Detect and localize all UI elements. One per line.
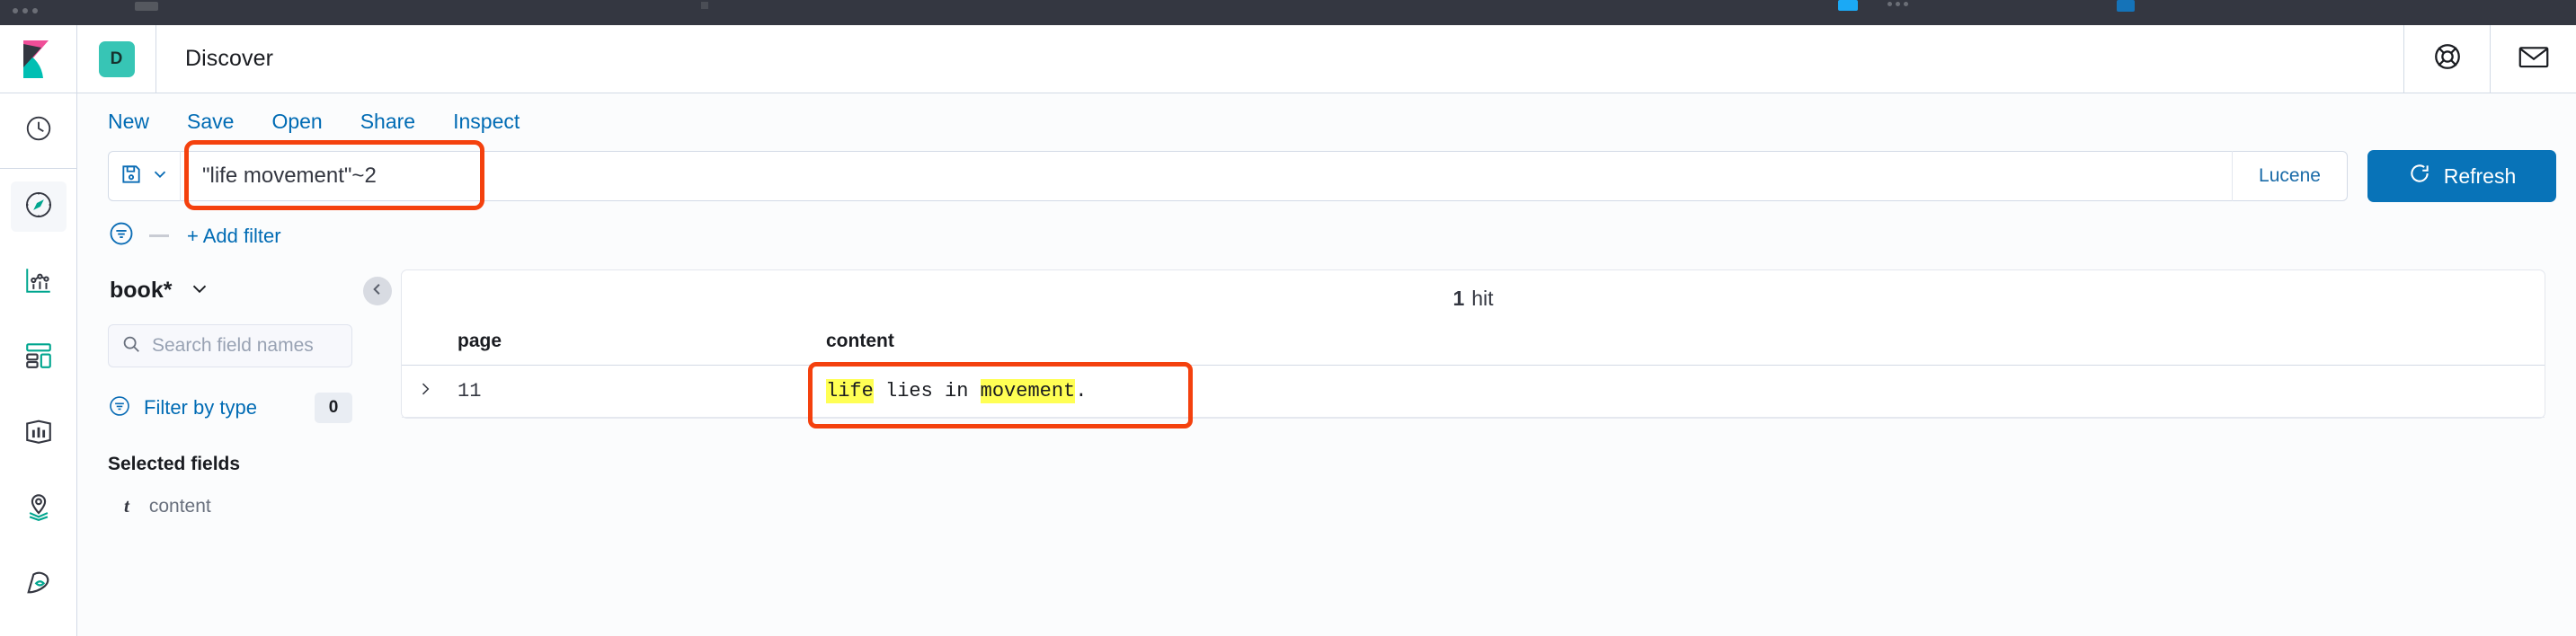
sidebar-item-dashboard[interactable]: [0, 320, 77, 395]
global-nav-sidebar: [0, 25, 77, 636]
page-title: Discover: [185, 46, 274, 71]
filter-by-type-count-badge: 0: [315, 393, 352, 423]
filter-funnel-icon: [108, 394, 131, 422]
query-row: "life movement"~2 Lucene Refresh: [77, 134, 2576, 210]
document-content: life lies in movement.: [808, 362, 2545, 428]
maps-icon: [23, 491, 54, 526]
match-highlight: movement: [980, 379, 1076, 403]
field-sidebar: book* Search field names Filter by type …: [108, 269, 369, 517]
content-text: .: [1075, 380, 1088, 402]
match-highlight: life: [826, 379, 874, 403]
sidebar-item-canvas[interactable]: [0, 395, 77, 471]
refresh-button[interactable]: Refresh: [2367, 150, 2556, 202]
query-language-switcher[interactable]: Lucene: [2232, 151, 2347, 201]
browser-accent-stub-3: [2117, 0, 2135, 12]
results-area: 1 hit page content 11 life lies in movem…: [363, 269, 2576, 517]
documents-table: page content 11 life lies in movement.: [402, 318, 2545, 428]
column-header-content[interactable]: content: [826, 318, 2545, 366]
string-type-icon: t: [124, 495, 129, 517]
content-text: lies in: [873, 380, 981, 402]
envelope-icon: [2518, 43, 2550, 75]
top-nav-open[interactable]: Open: [271, 110, 322, 134]
hit-count: 1: [1452, 287, 1465, 310]
column-header-page[interactable]: page: [449, 318, 826, 366]
filter-divider: [149, 234, 169, 237]
discover-app: New Save Open Share Inspect "life moveme…: [77, 93, 2576, 636]
sidebar-item-discover[interactable]: [0, 169, 77, 244]
search-icon: [121, 334, 141, 358]
save-disk-icon: [120, 163, 143, 190]
cell-content: life lies in movement.: [808, 362, 2545, 428]
chevron-down-icon: [150, 164, 170, 189]
expand-row-button[interactable]: [402, 365, 449, 418]
sidebar-item-maps[interactable]: [0, 471, 77, 546]
top-nav-new[interactable]: New: [108, 110, 149, 134]
window-controls: [13, 8, 38, 13]
new-tab-stub: [701, 2, 708, 9]
top-nav-inspect[interactable]: Inspect: [453, 110, 520, 134]
discover-top-nav: New Save Open Share Inspect: [77, 93, 2576, 134]
cell-page: 11: [449, 365, 826, 418]
browser-accent-stub-1: [1838, 0, 1858, 11]
search-input[interactable]: [152, 335, 339, 357]
chart-icon: [23, 265, 54, 300]
browser-chrome-strip: [0, 0, 2576, 25]
query-input-wrap[interactable]: "life movement"~2: [181, 140, 2232, 210]
top-nav-share[interactable]: Share: [360, 110, 415, 134]
compass-icon: [23, 190, 54, 225]
hit-count-row: 1 hit: [402, 270, 2545, 318]
index-pattern-selector[interactable]: book*: [108, 269, 369, 305]
field-search-box[interactable]: [108, 324, 352, 367]
top-nav-save[interactable]: Save: [187, 110, 234, 134]
help-button[interactable]: [2403, 24, 2490, 93]
discover-main: book* Search field names Filter by type …: [77, 269, 2576, 517]
header-actions: [2403, 24, 2576, 93]
selected-fields-heading: Selected fields: [108, 454, 241, 474]
sidebar-item-visualize[interactable]: [0, 244, 77, 320]
query-input[interactable]: "life movement"~2: [181, 163, 377, 189]
sidebar-item-recently-viewed[interactable]: [0, 93, 77, 169]
chevron-left-icon: [369, 281, 386, 302]
dashboard-icon: [23, 340, 54, 375]
saved-query-button[interactable]: [109, 151, 181, 201]
column-header-expand: [402, 318, 449, 366]
table-row[interactable]: 11 life lies in movement.: [402, 362, 2545, 428]
hit-label: hit: [1471, 287, 1494, 310]
documents-panel: 1 hit page content 11 life lies in movem…: [401, 269, 2545, 428]
kibana-logo[interactable]: [0, 25, 77, 93]
chevron-right-icon: [416, 383, 434, 402]
sidebar-collapse-button[interactable]: [363, 277, 392, 305]
news-feed-button[interactable]: [2490, 24, 2576, 93]
filter-by-type-label: Filter by type: [144, 396, 257, 419]
chevron-down-icon: [188, 277, 211, 305]
ml-icon: [23, 567, 54, 602]
sidebar-item-machine-learning[interactable]: [0, 546, 77, 622]
space-badge: D: [98, 40, 135, 77]
refresh-label: Refresh: [2443, 163, 2517, 188]
app-header: D Discover: [77, 24, 2576, 93]
clock-icon: [24, 114, 53, 147]
life-ring-icon: [2432, 41, 2463, 76]
filter-funnel-icon[interactable]: [108, 220, 135, 252]
refresh-icon: [2408, 162, 2431, 190]
canvas-icon: [23, 416, 54, 451]
browser-tab-stub: [135, 2, 158, 11]
space-selector[interactable]: D: [77, 24, 156, 93]
list-item[interactable]: t content: [108, 495, 369, 517]
add-filter-button[interactable]: + Add filter: [187, 225, 281, 248]
filter-bar: + Add filter: [77, 202, 2576, 252]
browser-accent-stub-2: [1888, 2, 1908, 6]
filter-by-type-button[interactable]: Filter by type 0: [108, 393, 352, 423]
index-pattern-name: book*: [110, 278, 173, 303]
field-name: content: [148, 495, 211, 517]
table-header-row: page content: [402, 318, 2545, 366]
query-bar: "life movement"~2 Lucene: [108, 140, 2348, 210]
